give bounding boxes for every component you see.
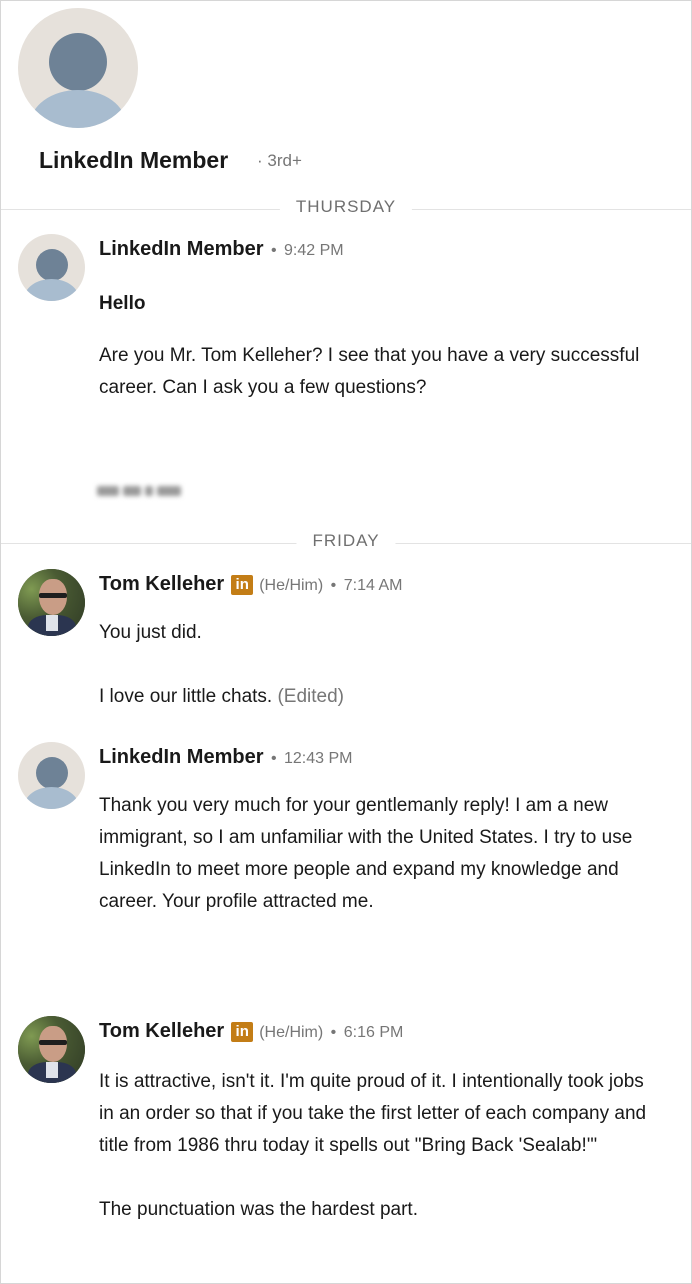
sender-name[interactable]: LinkedIn Member xyxy=(99,238,263,260)
day-label: FRIDAY xyxy=(296,531,396,551)
sender-name[interactable]: Tom Kelleher xyxy=(99,1020,224,1042)
linkedin-premium-icon: in xyxy=(231,1022,254,1042)
message-group: LinkedIn Member • 12:43 PM Thank you ver… xyxy=(1,742,691,972)
person-silhouette-body xyxy=(24,279,79,301)
message-text: The punctuation was the hardest part. xyxy=(99,1199,418,1220)
person-silhouette-icon xyxy=(36,757,68,789)
message-group: LinkedIn Member • 9:42 PM Hello Are you … xyxy=(1,234,691,504)
conversation-panel: LinkedIn Member · 3rd+ THURSDAY LinkedIn… xyxy=(0,0,692,1284)
message-text: Thank you very much for your gentlemanly… xyxy=(99,795,633,912)
separator: • xyxy=(270,242,277,259)
message-body: Thank you very much for your gentlemanly… xyxy=(99,790,659,918)
separator: • xyxy=(330,577,337,594)
sender-name[interactable]: LinkedIn Member xyxy=(99,746,263,768)
message-text: I love our little chats. (Edited) xyxy=(99,681,659,713)
sender-avatar[interactable] xyxy=(18,742,85,809)
pronouns: (He/Him) xyxy=(259,1024,324,1041)
edited-label: (Edited) xyxy=(277,686,345,707)
message-time: 9:42 PM xyxy=(284,242,344,259)
message-meta: LinkedIn Member • 9:42 PM xyxy=(99,238,344,261)
pronouns: (He/Him) xyxy=(259,577,324,594)
sender-name[interactable]: Tom Kelleher xyxy=(99,573,224,595)
day-divider-friday: FRIDAY xyxy=(1,531,691,555)
message-meta: LinkedIn Member • 12:43 PM xyxy=(99,746,352,769)
sender-avatar[interactable] xyxy=(18,234,85,301)
message-text: You just did. xyxy=(99,622,202,643)
message-body: You just did. I love our little chats. (… xyxy=(99,617,659,713)
person-silhouette-body xyxy=(30,90,126,128)
sender-avatar[interactable] xyxy=(18,569,85,636)
sender-avatar[interactable] xyxy=(18,1016,85,1083)
photo-glasses xyxy=(39,593,67,598)
message-text: It is attractive, isn't it. I'm quite pr… xyxy=(99,1071,647,1156)
message-time: 12:43 PM xyxy=(284,750,353,767)
person-silhouette-body xyxy=(24,787,79,809)
photo-collar xyxy=(46,1062,58,1078)
message-text: Are you Mr. Tom Kelleher? I see that you… xyxy=(99,345,640,398)
message-time: 7:14 AM xyxy=(343,577,403,594)
conversation-header: LinkedIn Member · 3rd+ xyxy=(1,1,691,208)
message-time: 6:16 PM xyxy=(343,1024,404,1041)
message-group: Tom Kelleher in (He/Him) • 7:14 AM You jus… xyxy=(1,569,691,719)
message-meta: Tom Kelleher in (He/Him) • 7:14 AM xyxy=(99,573,402,596)
message-text-line: I love our little chats. xyxy=(99,686,273,707)
connection-degree: · 3rd+ xyxy=(257,151,302,170)
photo-collar xyxy=(46,615,58,631)
header-avatar[interactable] xyxy=(18,8,138,128)
message-body: Hello Are you Mr. Tom Kelleher? I see th… xyxy=(99,288,659,404)
linkedin-premium-icon: in xyxy=(231,575,254,595)
message-meta: Tom Kelleher in (He/Him) • 6:16 PM xyxy=(99,1020,403,1043)
separator: • xyxy=(330,1024,337,1041)
day-divider-thursday: THURSDAY xyxy=(1,197,691,221)
header-member-name[interactable]: LinkedIn Member xyxy=(39,147,228,174)
separator: • xyxy=(270,750,277,767)
person-silhouette-icon xyxy=(36,249,68,281)
message-body: It is attractive, isn't it. I'm quite pr… xyxy=(99,1066,659,1226)
blurred-signature xyxy=(97,483,187,497)
person-silhouette-icon xyxy=(49,33,107,91)
day-label: THURSDAY xyxy=(279,197,413,217)
photo-glasses xyxy=(39,1040,67,1045)
message-group: Tom Kelleher in (He/Him) • 6:16 PM It is a… xyxy=(1,1016,691,1266)
message-subject: Hello xyxy=(99,293,146,314)
